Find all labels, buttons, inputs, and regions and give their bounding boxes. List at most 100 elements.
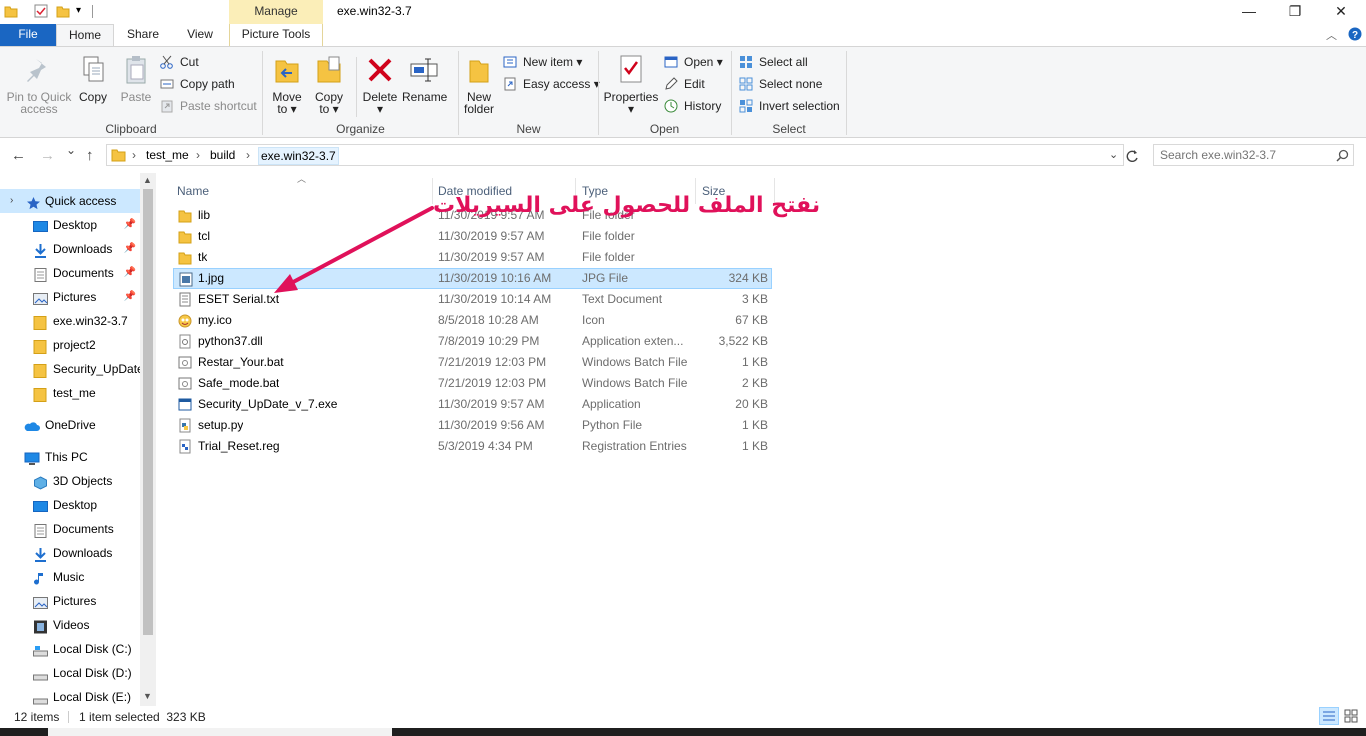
pin-label-line2: access (20, 102, 58, 116)
nav-scroll-thumb[interactable] (143, 189, 153, 635)
new-folder-icon[interactable] (56, 4, 70, 18)
properties-check-icon[interactable] (34, 4, 48, 18)
customize-toolbar-icon[interactable]: ▾ (76, 4, 90, 18)
search-input[interactable] (1160, 148, 1330, 162)
nav-item-desktop[interactable]: Desktop 📌 (0, 213, 140, 237)
tab-view[interactable]: View (172, 24, 228, 46)
table-row[interactable]: Restar_Your.bat 7/21/2019 12:03 PM Windo… (173, 352, 772, 373)
file-type: Application (582, 397, 641, 411)
breadcrumb-exe-win32[interactable]: exe.win32-3.7 (258, 147, 339, 165)
paste-shortcut-button[interactable]: Paste shortcut (160, 97, 257, 115)
nav-pc-videos[interactable]: Videos (0, 613, 140, 637)
address-row: ← → ⌄ ↑ › test_me › build › exe.win32-3.… (0, 139, 1366, 173)
table-row[interactable]: Trial_Reset.reg 5/3/2019 4:34 PM Registr… (173, 436, 772, 457)
nav-onedrive[interactable]: OneDrive (0, 413, 140, 437)
table-row[interactable]: Security_UpDate_v_7.exe 11/30/2019 9:57 … (173, 394, 772, 415)
nav-pc-pictures[interactable]: Pictures (0, 589, 140, 613)
status-selection: 1 item selected 323 KB (79, 710, 206, 724)
nav-item-exe-win32[interactable]: exe.win32-3.7 (0, 309, 140, 333)
select-none-button[interactable]: Select none (739, 75, 822, 93)
search-icon[interactable] (1336, 149, 1349, 165)
nav-item-label: Local Disk (E:) (53, 690, 132, 704)
breadcrumb-test-me[interactable]: test_me (146, 148, 189, 162)
copy-to-button[interactable]: Copy to ▾ (310, 53, 348, 115)
refresh-icon[interactable] (1126, 149, 1139, 165)
new-item-button[interactable]: New item ▾ (503, 53, 582, 71)
nav-pc-desktop[interactable]: Desktop (0, 493, 140, 517)
nav-scrollbar[interactable]: ▲ ▼ (140, 173, 156, 706)
move-to-button[interactable]: Move to ▾ (268, 53, 306, 115)
breadcrumb-separator[interactable]: › (196, 148, 200, 162)
properties-button[interactable]: Properties ▾ (602, 53, 660, 115)
delete-button[interactable]: Delete ▾ (360, 53, 400, 115)
table-row[interactable]: my.ico 8/5/2018 10:28 AM Icon 67 KB (173, 310, 772, 331)
breadcrumb-build[interactable]: build (210, 148, 235, 162)
breadcrumb-separator[interactable]: › (246, 148, 250, 162)
up-button[interactable]: ↑ (86, 147, 94, 164)
edit-button[interactable]: Edit (664, 75, 705, 93)
nav-this-pc[interactable]: This PC (0, 445, 140, 469)
copy-path-button[interactable]: Copy path (160, 75, 235, 93)
nav-pc-downloads[interactable]: Downloads (0, 541, 140, 565)
invert-selection-button[interactable]: Invert selection (739, 97, 840, 115)
search-box[interactable] (1153, 144, 1354, 166)
forward-button[interactable]: → (40, 147, 55, 164)
nav-pc-music[interactable]: Music (0, 565, 140, 589)
breadcrumb-separator[interactable]: › (132, 148, 136, 162)
nav-pc-local-disk-d[interactable]: Local Disk (D:) (0, 661, 140, 685)
nav-pc-documents[interactable]: Documents (0, 517, 140, 541)
easy-access-button[interactable]: Easy access ▾ (503, 75, 600, 93)
status-divider (68, 711, 69, 723)
rename-button[interactable]: Rename (402, 53, 447, 103)
help-icon[interactable]: ? (1348, 27, 1362, 44)
tab-picture-tools[interactable]: Picture Tools (229, 24, 323, 46)
table-row[interactable]: Safe_mode.bat 7/21/2019 12:03 PM Windows… (173, 373, 772, 394)
select-all-button[interactable]: Select all (739, 53, 808, 71)
nav-pc-local-disk-c[interactable]: Local Disk (C:) (0, 637, 140, 661)
nav-item-downloads[interactable]: Downloads 📌 (0, 237, 140, 261)
paste-button[interactable]: Paste (118, 53, 154, 103)
maximize-button[interactable]: ❐ (1272, 0, 1318, 24)
nav-item-security-update[interactable]: Security_UpDate (0, 357, 140, 381)
download-arrow-icon (33, 242, 48, 258)
nav-quick-access[interactable]: › Quick access (0, 189, 140, 213)
back-button[interactable]: ← (11, 147, 26, 164)
cut-button[interactable]: Cut (160, 53, 199, 71)
folder-icon (33, 386, 48, 402)
tab-home[interactable]: Home (56, 24, 114, 47)
tab-share[interactable]: Share (114, 24, 172, 46)
close-button[interactable]: ✕ (1318, 0, 1364, 24)
details-view-icon[interactable] (1319, 707, 1339, 725)
recent-locations-button[interactable]: ⌄ (66, 143, 76, 157)
nav-item-test-me[interactable]: test_me (0, 381, 140, 405)
manage-context-tab[interactable]: Manage (229, 0, 323, 24)
nav-item-pictures[interactable]: Pictures 📌 (0, 285, 140, 309)
scroll-down-icon[interactable]: ▼ (143, 691, 152, 701)
file-name: 1.jpg (198, 271, 225, 285)
table-row[interactable]: setup.py 11/30/2019 9:56 AM Python File … (173, 415, 772, 436)
nav-item-label: Desktop (53, 498, 98, 512)
copy-button[interactable]: Copy (76, 53, 110, 103)
large-icons-view-icon[interactable] (1343, 708, 1359, 727)
folder-icon (33, 314, 48, 330)
nav-pc-3d-objects[interactable]: 3D Objects (0, 469, 140, 493)
scroll-up-icon[interactable]: ▲ (143, 175, 152, 185)
paste-shortcut-icon (160, 99, 174, 113)
taskbar-search-area[interactable] (48, 728, 392, 736)
minimize-button[interactable]: — (1226, 0, 1272, 24)
history-button[interactable]: History (664, 97, 721, 115)
open-button[interactable]: Open ▾ (664, 53, 723, 71)
address-bar[interactable]: › test_me › build › exe.win32-3.7 ⌄ (106, 144, 1124, 166)
new-folder-button[interactable]: New folder (460, 53, 498, 115)
nav-item-project2[interactable]: project2 (0, 333, 140, 357)
tab-file[interactable]: File (0, 24, 56, 46)
collapse-ribbon-icon[interactable]: ︿ (1326, 27, 1337, 43)
nav-pc-local-disk-e[interactable]: Local Disk (E:) (0, 685, 140, 706)
easy-access-label: Easy access ▾ (523, 77, 600, 91)
expand-chevron-icon[interactable]: › (10, 189, 13, 213)
address-dropdown-icon[interactable]: ⌄ (1109, 148, 1118, 161)
group-label-organize: Organize (336, 122, 385, 136)
pin-to-quick-access-button[interactable]: Pin to Quick access (4, 53, 74, 115)
nav-item-documents[interactable]: Documents 📌 (0, 261, 140, 285)
table-row[interactable]: python37.dll 7/8/2019 10:29 PM Applicati… (173, 331, 772, 352)
